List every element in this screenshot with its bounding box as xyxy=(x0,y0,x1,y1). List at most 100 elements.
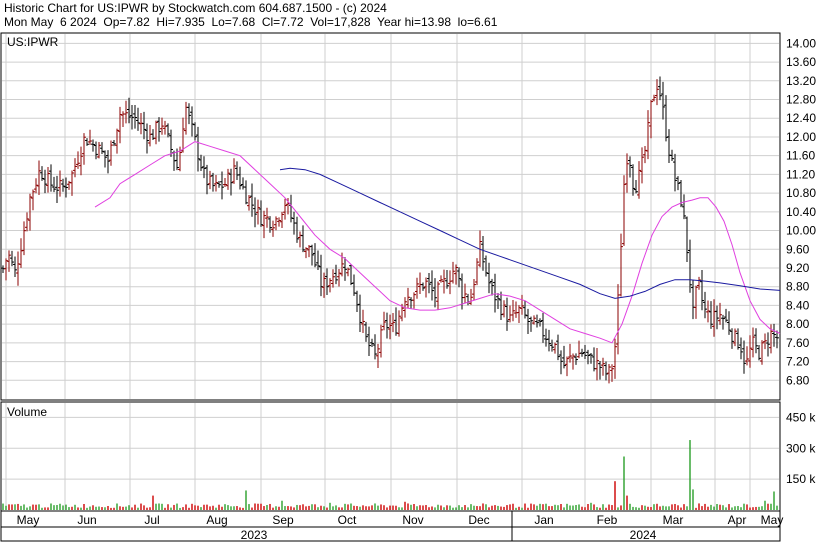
price-tick-label: 10.80 xyxy=(786,186,816,200)
ohlc-bar xyxy=(586,349,590,365)
ohlc-bar xyxy=(562,345,566,369)
year-label: 2024 xyxy=(630,528,657,542)
month-label: Aug xyxy=(206,513,227,527)
ohlc-bar xyxy=(553,342,557,354)
price-tick-label: 13.60 xyxy=(786,55,816,69)
ohlc-bar xyxy=(487,262,491,294)
ohlc-bar xyxy=(157,117,161,142)
ohlc-bar xyxy=(211,172,215,192)
ohlc-bar xyxy=(199,154,203,172)
moving-average-short-line xyxy=(94,141,781,344)
volume-bars xyxy=(2,440,778,510)
ohlc-bar xyxy=(82,133,86,165)
ohlc-bar xyxy=(547,329,551,352)
ohlc-bar xyxy=(103,150,107,168)
ohlc-bar xyxy=(448,270,452,295)
price-tick-label: 7.60 xyxy=(786,336,810,350)
ohlc-bar xyxy=(418,272,422,295)
ohlc-bar xyxy=(349,264,353,286)
ohlc-bar xyxy=(655,79,659,106)
price-tick-label: 12.40 xyxy=(786,111,816,125)
ohlc-bar xyxy=(259,200,263,227)
ohlc-bar xyxy=(232,158,236,184)
ohlc-bar xyxy=(745,346,749,366)
ohlc-bar xyxy=(331,269,335,288)
ohlc-bar xyxy=(733,328,737,347)
ohlc-bar xyxy=(109,140,113,166)
ohlc-bar xyxy=(742,340,746,374)
ohlc-bar xyxy=(391,312,395,333)
ohlc-bar xyxy=(634,179,638,194)
ohlc-bar xyxy=(25,212,29,232)
ohlc-bar xyxy=(412,292,416,309)
ohlc-bar xyxy=(52,176,56,193)
price-tick-label: 14.00 xyxy=(786,36,816,50)
price-tick-label: 12.80 xyxy=(786,93,816,107)
month-labels: May Jun Jul Aug Sep Oct Nov Dec Jan Feb Mar Apr May xyxy=(17,513,784,527)
price-tick-label: 9.20 xyxy=(786,261,810,275)
ohlc-bar xyxy=(667,129,671,164)
ohlc-bar xyxy=(13,256,17,277)
volume-tick-label: 450 k xyxy=(786,410,816,424)
ohlc-bar xyxy=(106,150,110,174)
price-tick-label: 9.60 xyxy=(786,242,810,256)
price-tick-label: 8.80 xyxy=(786,280,810,294)
price-tick-label: 10.00 xyxy=(786,224,816,238)
ohlc-bar xyxy=(658,76,662,101)
ohlc-bar xyxy=(193,122,197,141)
ohlc-bar xyxy=(646,110,650,160)
ohlc-bar xyxy=(196,126,200,172)
year-labels: 2023 2024 xyxy=(241,528,657,542)
ohlc-bar xyxy=(364,321,368,342)
ohlc-bar xyxy=(244,180,248,205)
volume-tick-label: 300 k xyxy=(786,441,816,455)
ohlc-bar xyxy=(145,123,149,154)
ohlc-bar xyxy=(631,164,635,196)
ohlc-bar xyxy=(685,216,689,262)
price-tick-label: 12.00 xyxy=(786,130,816,144)
ohlc-bar xyxy=(181,117,185,153)
volume-grid xyxy=(2,403,779,510)
ohlc-bar xyxy=(355,290,359,312)
ohlc-bar xyxy=(238,166,242,190)
ohlc-bar xyxy=(409,297,413,309)
ohlc-bar xyxy=(445,269,449,289)
ohlc-bar xyxy=(427,273,431,294)
ohlc-bar xyxy=(433,278,437,308)
month-label: Jul xyxy=(144,513,159,527)
ohlc-bar xyxy=(43,169,47,194)
ohlc-bar xyxy=(724,308,728,323)
ohlc-bar xyxy=(328,278,332,293)
ohlc-bar xyxy=(694,285,698,319)
ohlc-bar xyxy=(163,120,167,135)
ohlc-bar xyxy=(565,356,569,377)
ohlc-bar xyxy=(640,147,644,184)
month-label: May xyxy=(17,513,40,527)
ohlc-bar xyxy=(160,117,164,135)
ohlc-bar xyxy=(559,350,563,375)
ohlc-bar xyxy=(22,221,26,256)
ohlc-bar xyxy=(517,305,521,324)
ohlc-bar xyxy=(301,225,305,253)
ohlc-bar xyxy=(442,269,446,294)
ohlc-bar xyxy=(532,315,536,325)
ohlc-bar xyxy=(379,324,383,358)
ohlc-bar xyxy=(544,328,548,347)
stock-chart: 6.80 7.20 7.60 8.00 8.40 8.80 9.20 9.60 10.00 10.… xyxy=(0,32,816,542)
ohlc-bar xyxy=(385,312,389,339)
ohlc-bar xyxy=(166,123,170,138)
volume-axis-labels: 150 k 300 k 450 k xyxy=(786,410,816,486)
ohlc-bar xyxy=(673,153,677,192)
year-label: 2023 xyxy=(241,528,268,542)
ohlc-bar xyxy=(568,343,572,363)
price-tick-label: 8.40 xyxy=(786,298,810,312)
ohlc-bar xyxy=(226,168,230,190)
ohlc-bar xyxy=(697,276,701,290)
ohlc-bar xyxy=(598,361,602,380)
ohlc-bar xyxy=(763,333,767,350)
ohlc-bar xyxy=(556,334,560,361)
ohlc-bar xyxy=(511,300,515,322)
ohlc-bar xyxy=(613,338,617,379)
price-tick-label: 11.60 xyxy=(786,149,815,163)
ohlc-bar xyxy=(604,361,608,381)
